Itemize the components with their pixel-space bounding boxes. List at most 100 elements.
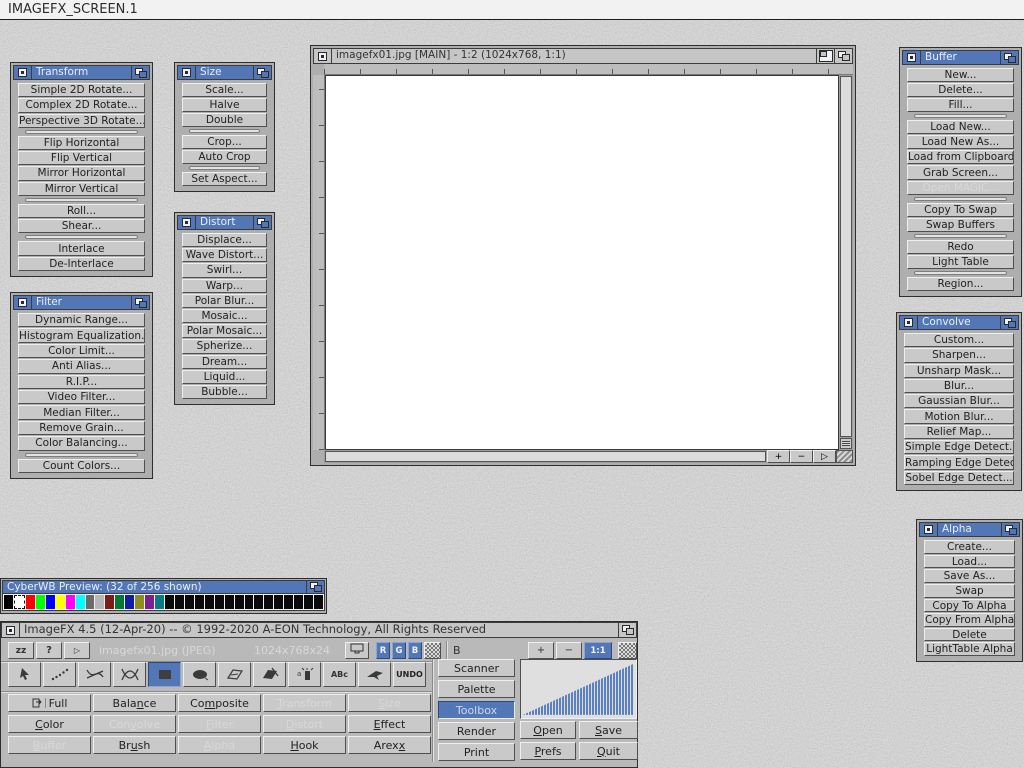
flip-horizontal-button[interactable]: Flip Horizontal (18, 136, 145, 150)
scanner-button[interactable]: Scanner (438, 659, 515, 677)
vertical-scrollbar[interactable] (839, 75, 853, 450)
close-icon[interactable] (14, 296, 32, 309)
screen-title-bar[interactable]: IMAGEFX_SCREEN.1 (0, 0, 1024, 20)
fill-tool-button[interactable]: a (288, 662, 321, 687)
green-channel-button[interactable]: G (392, 642, 406, 659)
render-button[interactable]: Render (438, 722, 515, 740)
close-icon[interactable] (314, 49, 332, 63)
light-table-button[interactable]: Light Table (907, 255, 1014, 269)
zoom-gadget-icon[interactable] (816, 49, 834, 63)
toolbox-button[interactable]: Toolbox (438, 701, 515, 719)
de-interlace-button[interactable]: De-Interlace (18, 257, 145, 271)
load-alpha-button[interactable]: Load... (924, 555, 1015, 569)
spherize-button[interactable]: Spherize... (182, 339, 267, 353)
depth-icon[interactable] (306, 581, 324, 593)
red-channel-button[interactable]: R (376, 642, 390, 659)
displace-button[interactable]: Displace... (182, 233, 267, 247)
crop-button[interactable]: Crop... (182, 135, 267, 149)
brush-button[interactable]: Brush (93, 736, 176, 754)
palette-swatch[interactable] (135, 595, 144, 609)
effect-button[interactable]: Effect (348, 715, 431, 733)
swirl-button[interactable]: Swirl... (182, 263, 267, 277)
palette-swatch[interactable] (95, 595, 104, 609)
airbrush-tool-button[interactable] (358, 662, 391, 687)
depth-icon[interactable] (1000, 316, 1018, 329)
curve-tool-button[interactable] (113, 662, 146, 687)
custom-button[interactable]: Custom... (904, 333, 1014, 347)
relief-map-button[interactable]: Relief Map... (904, 425, 1014, 439)
histogram-equalization-button[interactable]: Histogram Equalization... (18, 328, 145, 342)
sharpen-button[interactable]: Sharpen... (904, 348, 1014, 362)
sobel-edge-detect-button[interactable]: Sobel Edge Detect... (904, 471, 1014, 485)
palette-swatch[interactable] (235, 595, 244, 609)
double-button[interactable]: Double (182, 113, 267, 127)
create-alpha-button[interactable]: Create... (924, 540, 1015, 554)
arexx-button[interactable]: Arexx (348, 736, 431, 754)
video-filter-button[interactable]: Video Filter... (18, 390, 145, 404)
bubble-button[interactable]: Bubble... (182, 385, 267, 399)
pointer-tool-button[interactable] (8, 662, 41, 687)
palette-swatch[interactable] (165, 595, 174, 609)
copy-from-alpha-button[interactable]: Copy From Alpha (924, 613, 1015, 627)
palette-swatch[interactable] (4, 595, 13, 609)
palette-swatch[interactable] (46, 595, 55, 609)
resize-grip-icon[interactable] (836, 450, 853, 463)
new-button[interactable]: New... (907, 68, 1014, 82)
blur-button[interactable]: Blur... (904, 379, 1014, 393)
vertical-scroll-thumb[interactable] (840, 76, 852, 437)
rip-button[interactable]: R.I.P... (18, 375, 145, 389)
shear-button[interactable]: Shear... (18, 219, 145, 233)
depth-icon[interactable] (253, 66, 271, 79)
close-icon[interactable] (900, 316, 918, 329)
prefs-button[interactable]: Prefs (520, 742, 576, 760)
palette-swatches[interactable] (2, 594, 325, 611)
roll-button[interactable]: Roll... (18, 204, 145, 218)
save-button[interactable]: Save (579, 721, 638, 739)
swap-buffers-button[interactable]: Swap Buffers (907, 218, 1014, 232)
zoom-out-button[interactable]: − (790, 450, 813, 463)
balance-button[interactable]: Balance (93, 694, 176, 712)
dither-icon[interactable] (424, 642, 441, 659)
filled-polygon-tool-button[interactable] (253, 662, 286, 687)
auto-crop-button[interactable]: Auto Crop (182, 150, 267, 164)
palette-swatch[interactable] (294, 595, 303, 609)
open-button[interactable]: Open (520, 721, 576, 739)
anti-alias-button[interactable]: Anti Alias... (18, 359, 145, 373)
quit-button[interactable]: Quit (579, 742, 638, 760)
screen-mode-button[interactable] (345, 642, 369, 659)
toolbar-titlebar[interactable]: ImageFX 4.5 (12-Apr-20) -- © 1992-2020 A… (1, 622, 637, 638)
text-tool-button[interactable]: ABc (323, 662, 356, 687)
color-button[interactable]: Color (8, 715, 91, 733)
palette-swatch[interactable] (304, 595, 313, 609)
iconify-button[interactable]: zz (8, 642, 34, 659)
region-button[interactable]: Region... (907, 277, 1014, 291)
blue-channel-button[interactable]: B (408, 642, 422, 659)
ellipse-tool-button[interactable] (183, 662, 216, 687)
ramping-edge-detect-button[interactable]: Ramping Edge Detect (904, 455, 1014, 469)
palette-swatch[interactable] (205, 595, 214, 609)
palette-swatch[interactable] (115, 595, 124, 609)
zoom-one-to-one-button[interactable]: 1:1 (584, 642, 612, 659)
redo-button[interactable]: Redo (907, 240, 1014, 254)
zoom-in-button[interactable]: + (767, 450, 790, 463)
grid-toggle-button[interactable] (840, 438, 852, 449)
zoom-in-button[interactable]: + (528, 642, 554, 659)
close-icon[interactable] (920, 523, 938, 536)
fill-button[interactable]: Fill... (907, 98, 1014, 112)
palette-swatch[interactable] (26, 595, 35, 609)
dynamic-range-button[interactable]: Dynamic Range... (18, 313, 145, 327)
complex-2d-rotate-button[interactable]: Complex 2D Rotate... (18, 98, 145, 112)
load-new-button[interactable]: Load New... (907, 120, 1014, 134)
scale-button[interactable]: Scale... (182, 83, 267, 97)
copy-to-swap-button[interactable]: Copy To Swap (907, 203, 1014, 217)
palette-swatch[interactable] (254, 595, 263, 609)
swap-alpha-button[interactable]: Swap (924, 584, 1015, 598)
close-icon[interactable] (14, 66, 32, 79)
palette-swatch[interactable] (14, 595, 25, 609)
palette-swatch[interactable] (145, 595, 154, 609)
palette-swatch[interactable] (76, 595, 85, 609)
palette-swatch[interactable] (66, 595, 75, 609)
save-alpha-as-button[interactable]: Save As... (924, 569, 1015, 583)
gaussian-blur-button[interactable]: Gaussian Blur... (904, 394, 1014, 408)
palette-swatch[interactable] (125, 595, 134, 609)
